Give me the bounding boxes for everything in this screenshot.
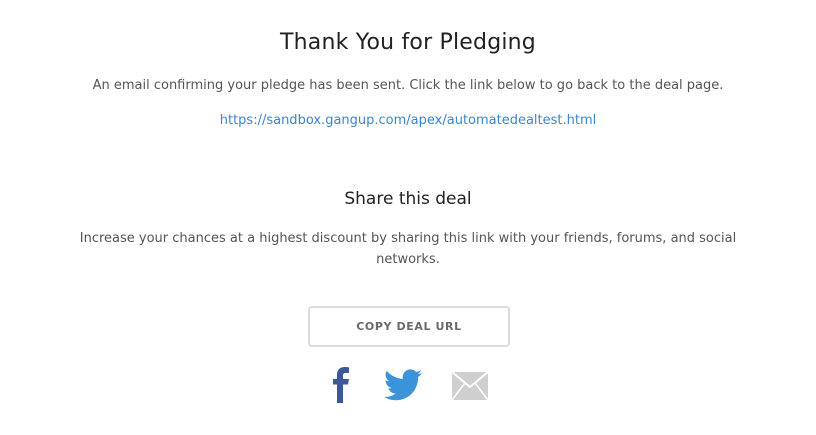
social-share-icons bbox=[0, 364, 816, 404]
share-title: Share this deal bbox=[344, 189, 472, 209]
facebook-icon[interactable] bbox=[326, 367, 356, 403]
page-title: Thank You for Pledging bbox=[280, 30, 536, 55]
copy-deal-url-button[interactable]: COPY DEAL URL bbox=[308, 306, 510, 347]
deal-page-link[interactable]: https://sandbox.gangup.com/apex/automate… bbox=[0, 113, 816, 128]
share-description: Increase your chances at a highest disco… bbox=[79, 231, 737, 267]
twitter-icon[interactable] bbox=[384, 368, 422, 402]
confirmation-message: An email confirming your pledge has been… bbox=[92, 78, 724, 93]
email-icon[interactable] bbox=[452, 372, 488, 400]
